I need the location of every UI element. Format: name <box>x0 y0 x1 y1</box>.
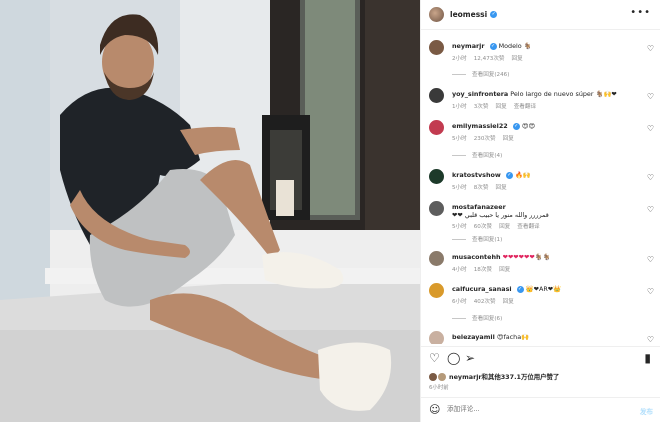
verified-badge-icon: ✓ <box>512 122 520 130</box>
reply-button[interactable]: 回复 <box>499 224 510 230</box>
verified-badge-icon: ✓ <box>505 171 513 179</box>
instagram-post-window: leomessi ✓ ••• neymarjr ✓ Modelo 🐐 2小时 12… <box>0 0 660 422</box>
comment-time: 5小时 <box>452 224 467 230</box>
commenter-avatar[interactable] <box>429 120 444 135</box>
reply-button[interactable]: 回复 <box>503 299 514 305</box>
likes-summary[interactable]: neymarjr和其他337.1万位用户赞了 <box>429 372 559 381</box>
translate-button[interactable]: 查看翻译 <box>517 224 539 230</box>
verified-badge-icon: ✓ <box>490 11 498 18</box>
liker-avatar <box>438 373 446 381</box>
like-comment-icon[interactable]: ♡ <box>647 44 654 53</box>
post-action-bar: ♡ ◯ ➢ ▮ <box>421 346 660 368</box>
verified-badge-icon: ✓ <box>516 285 524 293</box>
comments-panel: leomessi ✓ ••• neymarjr ✓ Modelo 🐐 2小时 12… <box>420 0 660 422</box>
comment-like-count[interactable]: 18次赞 <box>474 267 492 273</box>
heart-outline-icon[interactable]: ♡ <box>429 351 440 365</box>
commenter-avatar[interactable] <box>429 283 444 298</box>
commenter-avatar[interactable] <box>429 88 444 103</box>
view-replies-button[interactable]: 查看回复(4) <box>452 151 502 159</box>
photo-illustration <box>0 0 420 422</box>
more-options-icon[interactable]: ••• <box>630 7 651 18</box>
comment-like-count[interactable]: 402次赞 <box>474 299 496 305</box>
commenter-username[interactable]: musacontehh <box>452 253 501 261</box>
comment-text: ❤❤❤❤❤❤🐐🐐 <box>502 253 551 261</box>
reply-button[interactable]: 回复 <box>499 267 510 273</box>
commenter-username[interactable]: belezayamil <box>452 333 495 341</box>
reply-button[interactable]: 回复 <box>503 136 514 142</box>
comment-time: 1小时 <box>452 104 467 110</box>
comment-list: neymarjr ✓ Modelo 🐐 2小时 12,473次赞 回复 ♡ 查看回复… <box>421 32 660 344</box>
send-icon[interactable]: ➢ <box>465 351 475 365</box>
liker-avatar <box>429 373 437 381</box>
add-comment-input[interactable] <box>447 405 607 413</box>
comment-like-count[interactable]: 12,473次赞 <box>474 56 505 62</box>
emoji-icon[interactable]: ☺ <box>429 403 440 416</box>
like-comment-icon[interactable]: ♡ <box>647 255 654 264</box>
comment-text: 👑❤AR❤👑 <box>525 285 562 293</box>
add-comment-bar: ☺ 发布 <box>421 397 660 422</box>
like-comment-icon[interactable]: ♡ <box>647 173 654 182</box>
comment-like-count[interactable]: 8次赞 <box>474 185 489 191</box>
comment-text: Pelo largo de nuevo súper 🐐🙌❤ <box>510 90 617 98</box>
post-header: leomessi ✓ ••• <box>421 0 660 30</box>
likes-count[interactable]: 337.1万位用户赞了 <box>501 373 560 381</box>
view-replies-button[interactable]: 查看回复(1) <box>452 235 502 243</box>
commenter-username[interactable]: calfucura_sanasi <box>452 285 512 293</box>
view-replies-button[interactable]: 查看回复(6) <box>452 314 502 322</box>
post-photo[interactable] <box>0 0 420 422</box>
commenter-avatar[interactable] <box>429 251 444 266</box>
comment-like-count[interactable]: 230次赞 <box>474 136 496 142</box>
commenter-username[interactable]: emilymassiel22 <box>452 122 508 130</box>
post-time: 6小时前 <box>429 385 449 391</box>
bookmark-icon[interactable]: ▮ <box>644 351 651 365</box>
post-comment-button[interactable]: 发布 <box>640 406 653 416</box>
owner-avatar[interactable] <box>429 7 444 22</box>
comment-like-count[interactable]: 60次赞 <box>474 224 492 230</box>
like-comment-icon[interactable]: ♡ <box>647 335 654 344</box>
like-comment-icon[interactable]: ♡ <box>647 205 654 214</box>
comment-text: 🔥🙌 <box>514 171 531 179</box>
reply-button[interactable]: 回复 <box>496 185 507 191</box>
commenter-username[interactable]: mostafanazeer <box>452 203 506 211</box>
comment-icon[interactable]: ◯ <box>447 351 460 365</box>
likes-users[interactable]: neymarjr和其他 <box>449 373 501 381</box>
reply-button[interactable]: 回复 <box>496 104 507 110</box>
comment-text: 😍😍 <box>521 122 536 130</box>
comment-like-count[interactable]: 3次赞 <box>474 104 489 110</box>
commenter-username[interactable]: neymarjr <box>452 42 485 50</box>
commenter-username[interactable]: kratostvshow <box>452 171 501 179</box>
verified-badge-icon: ✓ <box>489 42 497 50</box>
comment-time: 4小时 <box>452 267 467 273</box>
comment-text: 😍facha🙌 <box>496 333 530 341</box>
commenter-avatar[interactable] <box>429 201 444 216</box>
like-comment-icon[interactable]: ♡ <box>647 287 654 296</box>
comment-time: 6小时 <box>452 299 467 305</box>
commenter-avatar[interactable] <box>429 169 444 184</box>
comment-text: Modelo 🐐 <box>498 42 532 50</box>
reply-button[interactable]: 回复 <box>512 56 523 62</box>
comment-time: 5小时 <box>452 185 467 191</box>
comment-time: 2小时 <box>452 56 467 62</box>
commenter-username[interactable]: yoy_sinfrontera <box>452 90 508 98</box>
owner-username[interactable]: leomessi <box>450 10 487 19</box>
translate-button[interactable]: 查看翻译 <box>514 104 536 110</box>
view-replies-button[interactable]: 查看回复(246) <box>452 70 509 78</box>
commenter-avatar[interactable] <box>429 40 444 55</box>
comment-time: 5小时 <box>452 136 467 142</box>
commenter-avatar[interactable] <box>429 331 444 344</box>
like-comment-icon[interactable]: ♡ <box>647 92 654 101</box>
like-comment-icon[interactable]: ♡ <box>647 124 654 133</box>
comment-text: قمرررر والله منور يا حبيب قلبي ❤❤ <box>452 211 549 219</box>
